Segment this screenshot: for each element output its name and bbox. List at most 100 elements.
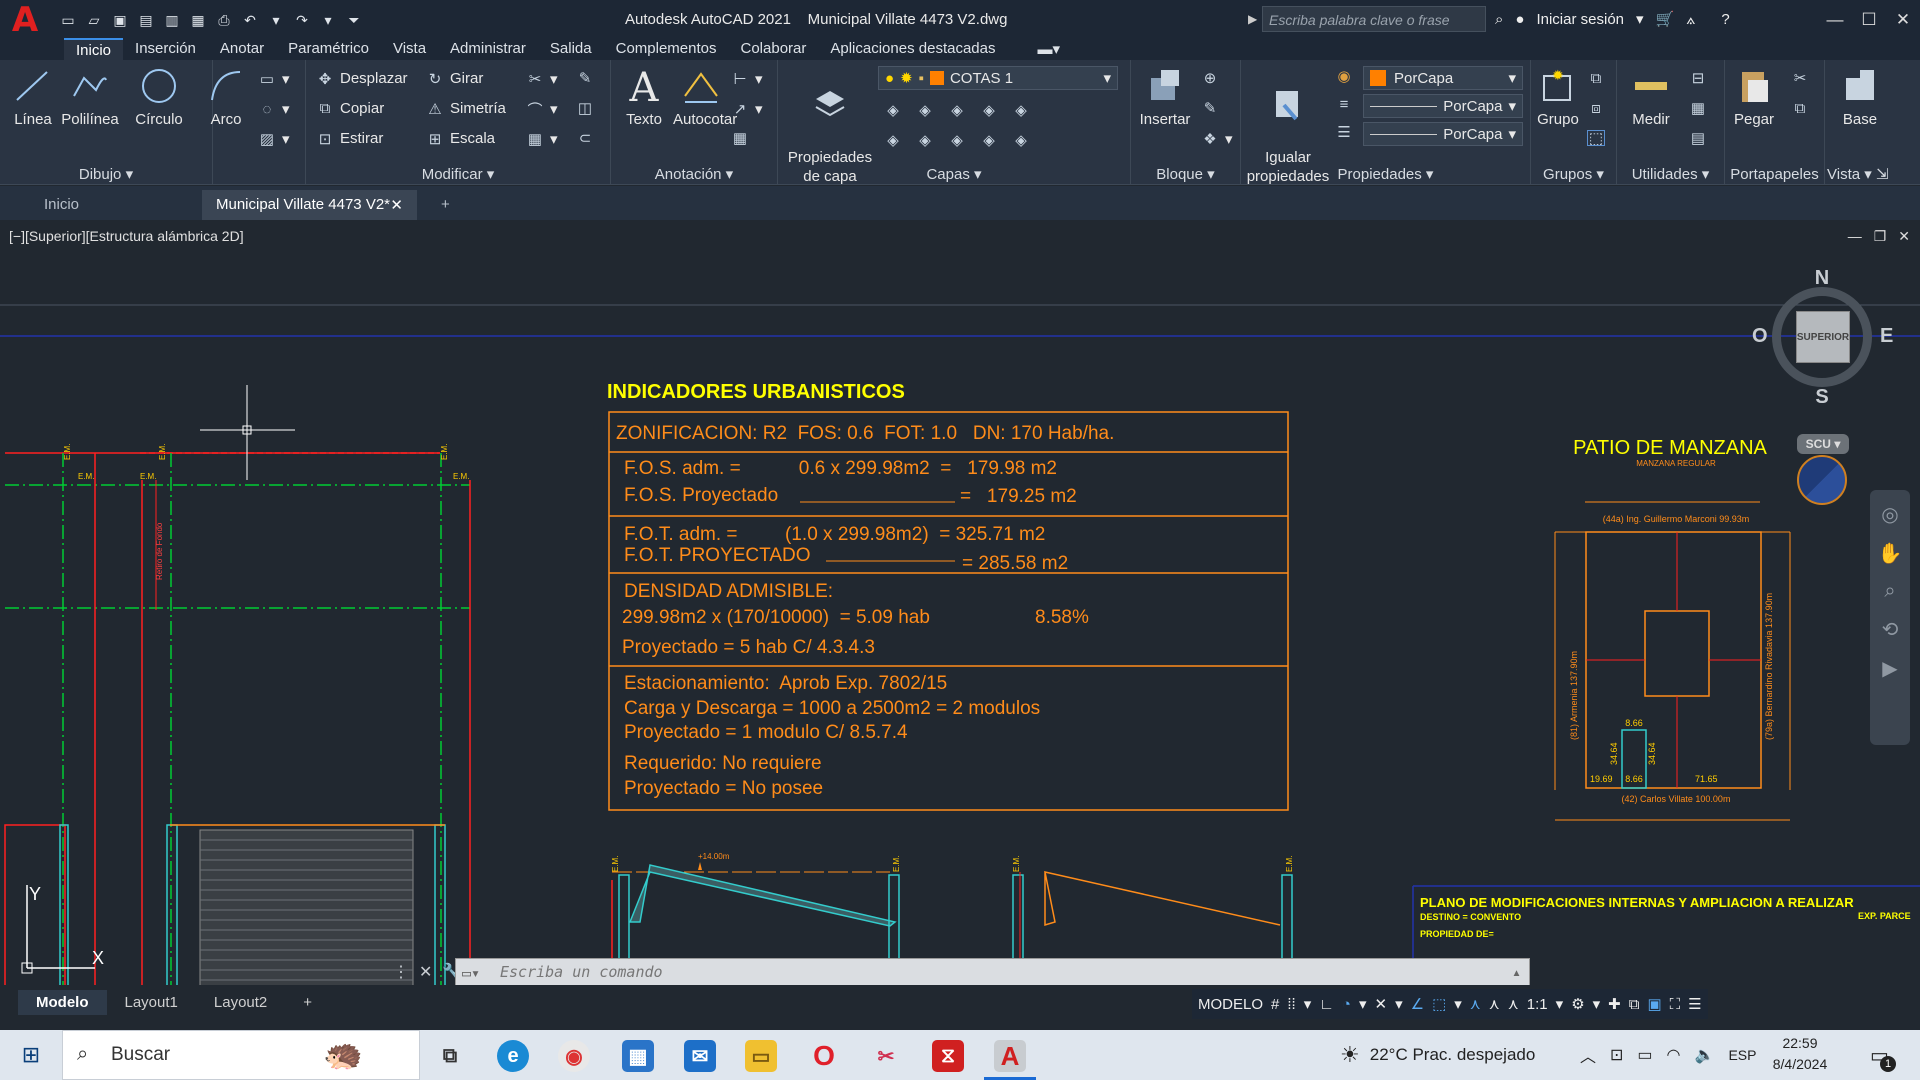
color-wheel-icon[interactable]: ◉	[1335, 68, 1353, 85]
layer-unlock-icon[interactable]: ◈	[980, 132, 998, 149]
layer-on-icon[interactable]: ◈	[884, 132, 902, 149]
layer-dropdown[interactable]: ● ✹ ▪ COTAS 1 ▾	[878, 66, 1118, 90]
save-as-icon[interactable]: ▤	[136, 11, 156, 29]
graphics-performance-icon[interactable]: ▣	[1647, 995, 1661, 1013]
line-button[interactable]: Línea	[10, 66, 56, 129]
showmotion-icon[interactable]: ▶	[1882, 656, 1897, 681]
insert-button[interactable]: Insertar	[1135, 66, 1195, 129]
arc-button[interactable]: Arco	[204, 66, 248, 129]
user-icon[interactable]: ●	[1515, 11, 1524, 28]
base-view-button[interactable]: Base	[1835, 66, 1885, 129]
quick-select-icon[interactable]: ⊟	[1689, 70, 1707, 87]
tab-anotar[interactable]: Anotar	[208, 38, 276, 60]
rotate-button[interactable]: ↻ Girar	[426, 70, 484, 88]
settings-gear-icon[interactable]: ⚙	[1571, 995, 1584, 1013]
mail-icon[interactable]: ✉	[684, 1040, 716, 1072]
ungroup-icon[interactable]: ⧉	[1587, 70, 1605, 87]
group-select-icon[interactable]: ⬚	[1587, 130, 1605, 147]
group-button[interactable]: ✹ Grupo	[1533, 66, 1583, 129]
tab-inicio[interactable]: Inicio	[64, 38, 124, 60]
ucs-menu[interactable]: SCU ▾	[1797, 434, 1849, 454]
linear-dim-tool[interactable]: ⊢ ▾	[731, 70, 762, 88]
print-icon[interactable]: ⎙	[214, 11, 234, 29]
wifi-icon[interactable]: ◠	[1667, 1045, 1681, 1065]
redo-dropdown-icon[interactable]: ▾	[318, 11, 338, 29]
tab-parametrico[interactable]: Paramétrico	[276, 38, 381, 60]
tray-chevron-up-icon[interactable]: ︿	[1580, 1043, 1596, 1067]
id-point-icon[interactable]: ▤	[1689, 130, 1707, 147]
layer-lock-icon[interactable]: ◈	[980, 102, 998, 119]
scale-button[interactable]: ⊞ Escala	[426, 130, 495, 148]
help-icon[interactable]: ?	[1721, 11, 1729, 28]
annotation-visibility-icon[interactable]: ⋏	[1470, 995, 1481, 1013]
ucs-globe-icon[interactable]	[1797, 455, 1847, 505]
customize-qat-icon[interactable]: ⏷	[344, 11, 364, 29]
annotation-scale-icon[interactable]: ⋏	[1508, 995, 1519, 1013]
command-line-input[interactable]: ▭▾ Escriba un comando ▴	[455, 958, 1530, 986]
ribbon-minimize-icon[interactable]: ▬▾	[1025, 38, 1072, 60]
panel-title-bloque[interactable]: Bloque ▾	[1131, 165, 1240, 183]
panel-title-vista[interactable]: Vista ▾ ⇲	[1825, 165, 1920, 183]
move-button[interactable]: ✥ Desplazar	[316, 70, 408, 88]
dimension-button[interactable]: Autocotar	[673, 66, 737, 129]
compass-west[interactable]: O	[1752, 325, 1768, 348]
volume-icon[interactable]: 🔈	[1695, 1045, 1715, 1065]
autodesk-a360-icon[interactable]: ⟑	[1686, 11, 1695, 28]
create-block-icon[interactable]: ⊕	[1201, 70, 1219, 87]
cloud-save-icon[interactable]: ▦	[188, 11, 208, 29]
save-icon[interactable]: ▣	[110, 11, 130, 29]
explode-button[interactable]: ◫	[576, 100, 594, 117]
panel-title-grupos[interactable]: Grupos ▾	[1531, 165, 1616, 183]
cart-icon[interactable]: 🛒	[1656, 10, 1675, 28]
windows-start-icon[interactable]: ⊞	[0, 1042, 62, 1068]
tab-vista[interactable]: Vista	[381, 38, 438, 60]
text-button[interactable]: A Texto	[621, 66, 667, 129]
signin-button[interactable]: Iniciar sesión	[1536, 11, 1624, 28]
file-explorer-icon[interactable]: ▭	[745, 1040, 777, 1072]
mirror-button[interactable]: ⚠ Simetría	[426, 100, 506, 118]
panel-title-anotacion[interactable]: Anotación ▾	[611, 165, 777, 183]
edit-attributes-icon[interactable]: ❖ ▾	[1201, 130, 1232, 148]
group-edit-icon[interactable]: ⧈	[1587, 100, 1605, 117]
acrobat-reader-icon[interactable]: ⧖	[932, 1040, 964, 1072]
tab-complementos[interactable]: Complementos	[604, 38, 729, 60]
color-dropdown[interactable]: PorCapa ▾	[1363, 66, 1523, 90]
language-indicator[interactable]: ESP	[1728, 1047, 1756, 1063]
pan-icon[interactable]: ✋	[1878, 541, 1903, 566]
compass-north[interactable]: N	[1797, 267, 1847, 290]
keyword-search-input[interactable]: Escriba palabra clave o frase	[1262, 6, 1486, 32]
copy-clip-icon[interactable]: ⧉	[1791, 100, 1809, 117]
search-icon[interactable]: ⌕	[1495, 11, 1503, 28]
layer-match-icon[interactable]: ◈	[1012, 102, 1030, 119]
close-icon[interactable]: ✕	[1886, 0, 1920, 40]
panel-title-dibujo[interactable]: Dibujo ▾	[0, 165, 212, 183]
ortho-icon[interactable]: ∟	[1319, 996, 1334, 1013]
layer-isolate-icon[interactable]: ◈	[916, 102, 934, 119]
circle-button[interactable]: Círculo	[130, 66, 188, 129]
grid-icon[interactable]: #	[1271, 996, 1279, 1013]
layer-current-icon[interactable]: ◈	[1012, 132, 1030, 149]
erase-button[interactable]: ✎	[576, 70, 594, 87]
add-layout-icon[interactable]: +	[285, 990, 330, 1015]
panel-title-utilidades[interactable]: Utilidades ▾	[1617, 165, 1724, 183]
stretch-button[interactable]: ⊡ Estirar	[316, 130, 384, 148]
doc-tab-active[interactable]: Municipal Villate 4473 V2* ✕	[202, 190, 417, 220]
panel-title-propiedades[interactable]: Propiedades ▾	[1241, 165, 1530, 183]
undo-dropdown-icon[interactable]: ▾	[266, 11, 286, 29]
expand-arrow-icon[interactable]: ▶	[1248, 12, 1257, 26]
customization-menu-icon[interactable]: ☰	[1688, 995, 1701, 1013]
task-view-icon[interactable]: ⧉	[434, 1040, 466, 1072]
panel-title-portapapeles[interactable]: Portapapeles	[1725, 166, 1824, 183]
autocad-taskbar-icon[interactable]: A	[994, 1040, 1026, 1072]
viewcube[interactable]: N S E O SUPERIOR	[1752, 267, 1893, 408]
weather-widget[interactable]: ☀ 22°C Prac. despejado	[1340, 1030, 1535, 1080]
clock[interactable]: 22:59 8/4/2024	[1760, 1033, 1840, 1075]
undo-icon[interactable]: ↶	[240, 11, 260, 29]
cloud-open-icon[interactable]: ▥	[162, 11, 182, 29]
annotation-scale-value[interactable]: 1:1	[1527, 996, 1548, 1013]
tab-aplicaciones-destacadas[interactable]: Aplicaciones destacadas	[818, 38, 1007, 60]
plus-icon[interactable]: ✚	[1608, 995, 1621, 1013]
close-commandline-icon[interactable]: ✕	[419, 962, 432, 982]
tab-colaborar[interactable]: Colaborar	[729, 38, 819, 60]
cut-icon[interactable]: ✂	[1791, 70, 1809, 87]
